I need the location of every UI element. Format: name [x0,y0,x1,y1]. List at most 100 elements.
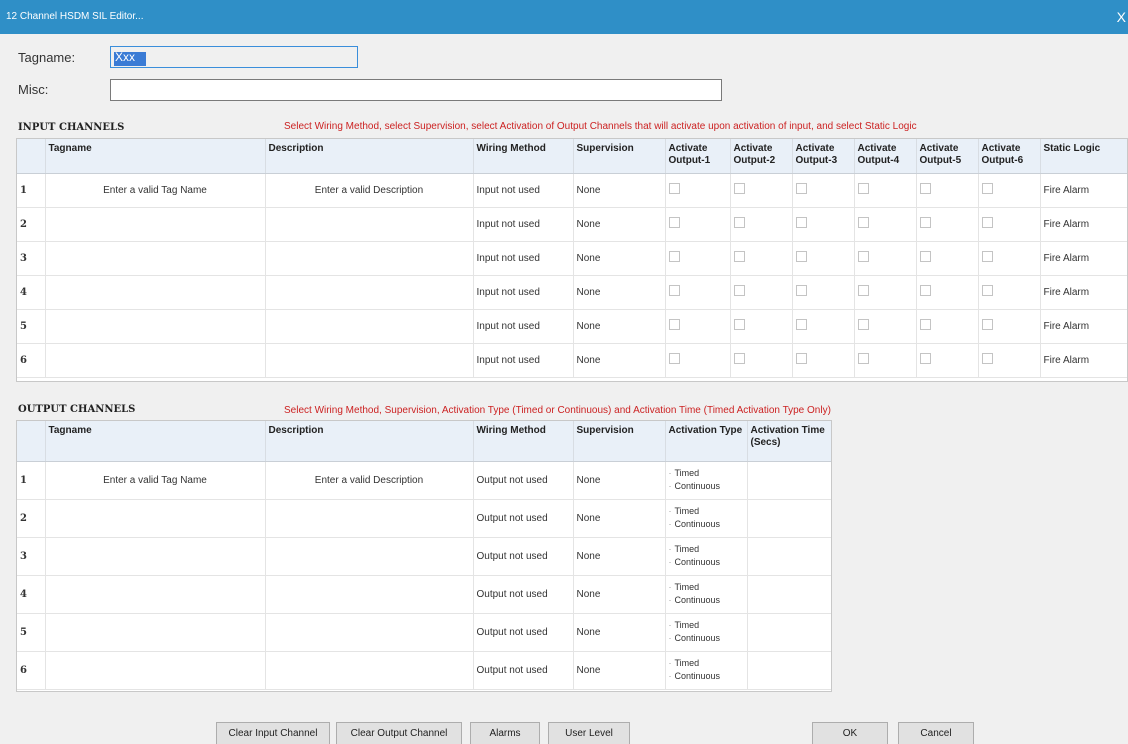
description-cell[interactable] [265,537,474,576]
col-header-description[interactable]: Description [265,139,474,174]
activate-output-5-checkbox[interactable] [919,353,931,364]
activate-output-1-checkbox[interactable] [668,183,680,194]
activation-time-cell[interactable] [747,651,831,690]
description-cell[interactable]: Enter a valid Description [265,461,474,500]
description-cell[interactable] [265,207,474,242]
activate-output-1-checkbox[interactable] [668,353,680,364]
activate-output-4-checkbox[interactable] [857,353,869,364]
supervision-cell[interactable]: None [573,343,666,378]
activate-output-1-checkbox[interactable] [668,285,680,296]
activation-time-cell[interactable] [747,613,831,652]
activate-output-2-checkbox[interactable] [733,353,745,364]
description-cell[interactable] [265,343,474,378]
activate-output-2-checkbox[interactable] [733,319,745,330]
activate-output-4-checkbox[interactable] [857,217,869,228]
activate-output-1-checkbox[interactable] [668,251,680,262]
activate-output-6-checkbox[interactable] [981,353,993,364]
wiring-method-cell[interactable]: Input not used [473,275,574,310]
activate-output-5-checkbox[interactable] [919,183,931,194]
col-header-activate-output-6[interactable]: Activate Output-6 [978,139,1041,174]
activation-time-cell[interactable] [747,537,831,576]
clear-input-channel-button[interactable]: Clear Input Channel [216,722,330,744]
activate-output-4-checkbox[interactable] [857,285,869,296]
activate-output-1-checkbox[interactable] [668,319,680,330]
supervision-cell[interactable]: None [573,275,666,310]
tagname-cell[interactable] [45,343,266,378]
supervision-cell[interactable]: None [573,173,666,208]
col-header-activate-output-4[interactable]: Activate Output-4 [854,139,917,174]
col-header-activate-output-3[interactable]: Activate Output-3 [792,139,855,174]
activate-output-2-checkbox[interactable] [733,285,745,296]
col-header-wiring-method[interactable]: Wiring Method [473,139,574,174]
supervision-cell[interactable]: None [573,499,666,538]
activate-output-5-checkbox[interactable] [919,319,931,330]
activate-output-3-checkbox[interactable] [795,183,807,194]
wiring-method-cell[interactable]: Input not used [473,207,574,242]
timed-radio[interactable]: · Timed [669,581,744,594]
activate-output-2-checkbox[interactable] [733,217,745,228]
continuous-radio[interactable]: · Continuous [669,556,744,569]
supervision-cell[interactable]: None [573,241,666,276]
col-header-supervision[interactable]: Supervision [573,139,666,174]
tagname-cell[interactable] [45,575,266,614]
supervision-cell[interactable]: None [573,613,666,652]
supervision-cell[interactable]: None [573,575,666,614]
supervision-cell[interactable]: None [573,461,666,500]
continuous-radio[interactable]: · Continuous [669,632,744,645]
timed-radio[interactable]: · Timed [669,467,744,480]
tagname-cell[interactable]: Enter a valid Tag Name [45,461,266,500]
col-header-description[interactable]: Description [265,421,474,462]
activate-output-5-checkbox[interactable] [919,251,931,262]
static-logic-cell[interactable]: Fire Alarm [1040,309,1127,344]
col-header-activation-time[interactable]: Activation Time (Secs) [747,421,831,462]
static-logic-cell[interactable]: Fire Alarm [1040,173,1127,208]
misc-input[interactable] [110,79,722,101]
activate-output-6-checkbox[interactable] [981,285,993,296]
activate-output-3-checkbox[interactable] [795,319,807,330]
static-logic-cell[interactable]: Fire Alarm [1040,343,1127,378]
tagname-cell[interactable] [45,613,266,652]
timed-radio[interactable]: · Timed [669,543,744,556]
activation-time-cell[interactable] [747,461,831,500]
activate-output-6-checkbox[interactable] [981,319,993,330]
clear-output-channel-button[interactable]: Clear Output Channel [336,722,462,744]
timed-radio[interactable]: · Timed [669,657,744,670]
description-cell[interactable]: Enter a valid Description [265,173,474,208]
tagname-cell[interactable] [45,651,266,690]
activate-output-3-checkbox[interactable] [795,285,807,296]
wiring-method-cell[interactable]: Output not used [473,613,574,652]
alarms-button[interactable]: Alarms [470,722,540,744]
wiring-method-cell[interactable]: Output not used [473,499,574,538]
continuous-radio[interactable]: · Continuous [669,518,744,531]
col-header-tagname[interactable]: Tagname [45,139,266,174]
activate-output-6-checkbox[interactable] [981,183,993,194]
description-cell[interactable] [265,575,474,614]
supervision-cell[interactable]: None [573,309,666,344]
col-header-activate-output-1[interactable]: Activate Output-1 [665,139,731,174]
timed-radio[interactable]: · Timed [669,619,744,632]
wiring-method-cell[interactable]: Output not used [473,575,574,614]
description-cell[interactable] [265,275,474,310]
col-header-static-logic[interactable]: Static Logic [1040,139,1127,174]
col-header-supervision[interactable]: Supervision [573,421,666,462]
close-icon[interactable]: X [1117,9,1126,25]
col-header-activate-output-5[interactable]: Activate Output-5 [916,139,979,174]
wiring-method-cell[interactable]: Input not used [473,241,574,276]
tagname-cell[interactable] [45,309,266,344]
static-logic-cell[interactable]: Fire Alarm [1040,241,1127,276]
wiring-method-cell[interactable]: Output not used [473,461,574,500]
wiring-method-cell[interactable]: Input not used [473,309,574,344]
description-cell[interactable] [265,309,474,344]
user-level-button[interactable]: User Level [548,722,630,744]
continuous-radio[interactable]: · Continuous [669,670,744,683]
activate-output-6-checkbox[interactable] [981,251,993,262]
cancel-button[interactable]: Cancel [898,722,974,744]
wiring-method-cell[interactable]: Output not used [473,651,574,690]
col-header-activate-output-2[interactable]: Activate Output-2 [730,139,793,174]
tagname-cell[interactable] [45,241,266,276]
supervision-cell[interactable]: None [573,537,666,576]
col-header-activation-type[interactable]: Activation Type [665,421,748,462]
tagname-cell[interactable]: Enter a valid Tag Name [45,173,266,208]
continuous-radio[interactable]: · Continuous [669,594,744,607]
description-cell[interactable] [265,651,474,690]
